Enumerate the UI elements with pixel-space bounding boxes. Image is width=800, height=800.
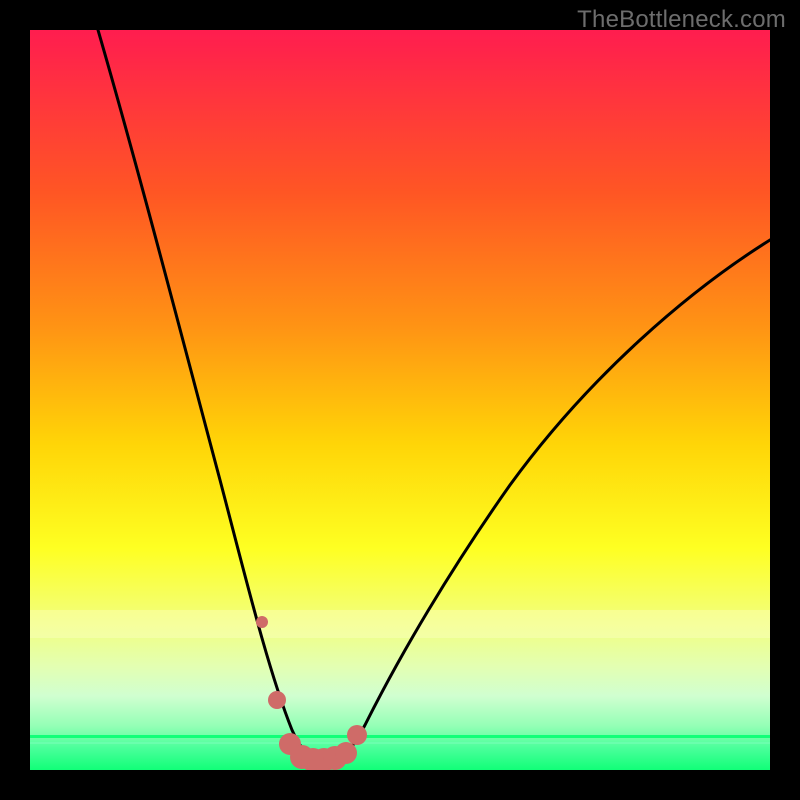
highlight-markers [256, 616, 367, 770]
curve-layer [30, 30, 770, 770]
plot-area [30, 30, 770, 770]
watermark-text: TheBottleneck.com [577, 6, 786, 34]
bottleneck-curve [98, 30, 770, 764]
